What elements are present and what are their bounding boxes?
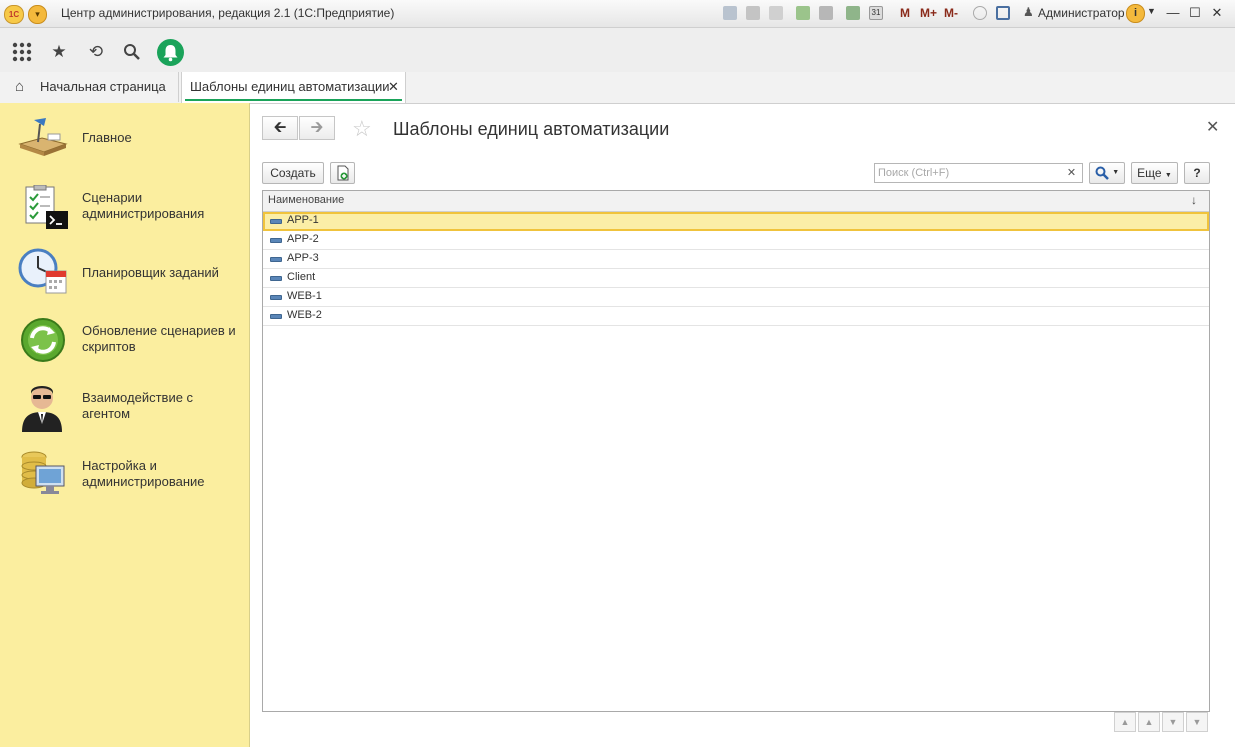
checklist-terminal-icon [18, 184, 68, 235]
close-tab-icon[interactable]: ✕ [388, 72, 399, 102]
row-name: APP-1 [287, 214, 319, 226]
sidebar-item-label: Обновление сценариев и скриптов [82, 323, 236, 354]
panels-icon[interactable] [996, 6, 1010, 20]
item-icon [270, 276, 282, 281]
search-input[interactable] [874, 163, 1062, 183]
favorites-star-icon[interactable]: ★ [47, 40, 71, 64]
scroll-down-button[interactable]: ▼ [1162, 712, 1184, 732]
chevron-down-icon[interactable]: ▼ [1147, 6, 1156, 16]
clock-calendar-icon [18, 247, 68, 297]
scroll-up-button[interactable]: ▲ [1138, 712, 1160, 732]
sidebar-item-label: Настройка и администрирование [82, 458, 205, 489]
memory-plus-button[interactable]: M+ [920, 6, 937, 20]
sidebar-item-label: Взаимодействие с агентом [82, 390, 194, 421]
user-icon: ♟ [1023, 5, 1034, 19]
memory-minus-button[interactable]: M- [944, 6, 958, 20]
scan-icon[interactable] [819, 6, 833, 20]
item-icon [270, 219, 282, 224]
apps-grid-icon[interactable] [12, 42, 32, 62]
scroll-to-top-button[interactable]: ▲ [1114, 712, 1136, 732]
database-monitor-icon [18, 450, 68, 500]
tab-home[interactable]: ⌂ Начальная страница [0, 72, 179, 102]
item-icon [270, 238, 282, 243]
favorite-star-icon[interactable]: ☆ [352, 116, 372, 142]
current-user[interactable]: Администратор [1038, 6, 1125, 20]
row-name: WEB-2 [287, 309, 322, 321]
scroll-to-bottom-button[interactable]: ▼ [1186, 712, 1208, 732]
row-name: APP-2 [287, 233, 319, 245]
tab-label: Начальная страница [40, 79, 166, 94]
agent-person-icon [18, 380, 68, 432]
home-icon: ⌂ [15, 78, 25, 95]
main-menu-button[interactable]: ▾ [28, 5, 47, 24]
history-icon[interactable]: ⟲ [84, 40, 108, 64]
tab-label: Шаблоны единиц автоматизации [190, 79, 390, 94]
chevron-down-icon: ▼ [1112, 169, 1120, 176]
sidebar-item-updates[interactable]: Обновление сценариев и скриптов [0, 314, 249, 366]
sort-arrow-icon[interactable]: ↓ [1191, 193, 1197, 207]
calendar-icon[interactable]: 31 [869, 6, 883, 20]
1c-logo-icon: 1С [4, 5, 24, 24]
save-icon[interactable] [723, 6, 737, 20]
close-window-button[interactable]: ✕ [1208, 4, 1226, 22]
table-row[interactable]: APP-1 [263, 212, 1209, 231]
sidebar-item-label: Планировщик заданий [82, 265, 219, 280]
sidebar-item-main[interactable]: Главное [0, 110, 249, 166]
print-icon[interactable] [746, 6, 760, 20]
sidebar-item-agent[interactable]: Взаимодействие с агентом [0, 380, 249, 434]
more-button[interactable]: Еще ▼ [1131, 162, 1178, 184]
zoom-icon[interactable] [973, 6, 987, 20]
table-row[interactable]: APP-2 [263, 231, 1209, 250]
search-icon[interactable] [123, 43, 141, 61]
refresh-globe-icon [18, 316, 68, 366]
column-header-name[interactable]: Наименование [268, 194, 344, 206]
table-row[interactable]: WEB-2 [263, 307, 1209, 326]
row-name: APP-3 [287, 252, 319, 264]
sidebar-item-label: Сценарии администрирования [82, 190, 205, 221]
memory-m-button[interactable]: M [900, 6, 910, 20]
table-row[interactable]: APP-3 [263, 250, 1209, 269]
sidebar-item-settings[interactable]: Настройка и администрирование [0, 448, 249, 502]
back-button[interactable]: 🡰 [262, 116, 298, 140]
table-row[interactable]: WEB-1 [263, 288, 1209, 307]
sidebar-item-label: Главное [82, 130, 132, 145]
help-button[interactable]: ? [1184, 162, 1210, 184]
sidebar-item-scheduler[interactable]: Планировщик заданий [0, 245, 249, 299]
item-icon [270, 295, 282, 300]
page-title: Шаблоны единиц автоматизации [393, 119, 670, 139]
close-form-icon[interactable]: ✕ [1206, 117, 1219, 137]
item-icon [270, 257, 282, 262]
clear-search-icon[interactable]: ✕ [1061, 163, 1083, 183]
sidebar-item-admin-scenarios[interactable]: Сценарии администрирования [0, 182, 249, 234]
row-name: Client [287, 271, 316, 283]
preview-icon[interactable] [769, 6, 783, 20]
chevron-down-icon: ▼ [1164, 172, 1172, 179]
templates-table: Наименование ↓ APP-1 APP-2 APP-3 Client … [262, 190, 1210, 712]
row-name: WEB-1 [287, 290, 322, 302]
maximize-button[interactable]: ☐ [1186, 4, 1204, 22]
window-title: Центр администрирования, редакция 2.1 (1… [61, 6, 395, 20]
info-icon[interactable]: i [1126, 4, 1145, 23]
search-options-button[interactable]: ▼ [1089, 162, 1125, 184]
section-toolbar [0, 28, 1235, 73]
minimize-button[interactable]: — [1164, 4, 1182, 22]
more-label: Еще [1137, 166, 1162, 180]
item-icon [270, 314, 282, 319]
table-row[interactable]: Client [263, 269, 1209, 288]
create-button[interactable]: Создать [262, 162, 324, 184]
calculator-icon[interactable] [846, 6, 860, 20]
tab-automation-templates[interactable]: Шаблоны единиц автоматизации ✕ [181, 72, 406, 103]
forward-button[interactable]: 🡲 [299, 116, 335, 140]
table-header: Наименование ↓ [263, 191, 1209, 212]
desk-lamp-icon [18, 114, 68, 164]
copy-button[interactable] [330, 162, 355, 184]
upload-icon[interactable] [796, 6, 810, 20]
notifications-bell-icon[interactable] [157, 39, 184, 66]
